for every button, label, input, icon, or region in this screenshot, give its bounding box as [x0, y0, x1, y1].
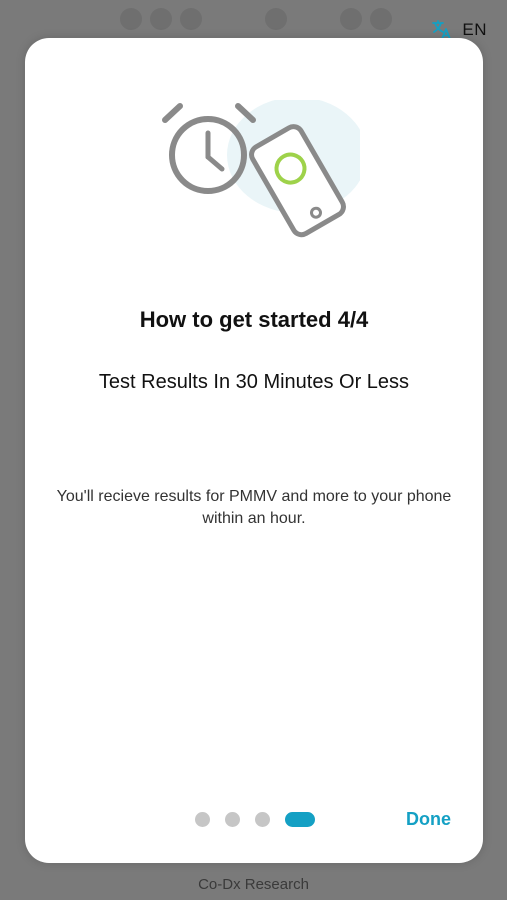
background-dot — [120, 8, 142, 30]
background-dot — [150, 8, 172, 30]
page-dot-1[interactable] — [195, 812, 210, 827]
page-dot-2[interactable] — [225, 812, 240, 827]
page-subtitle: Test Results In 30 Minutes Or Less — [98, 371, 410, 393]
page-dot-4-active[interactable] — [285, 812, 315, 827]
background-dot — [180, 8, 202, 30]
page-dot-3[interactable] — [255, 812, 270, 827]
footer-text: Co-Dx Research — [198, 876, 309, 893]
onboarding-illustration — [160, 97, 367, 270]
onboarding-modal: How to get started 4/4 Test Results In 3… — [25, 38, 483, 863]
language-code: EN — [462, 20, 487, 39]
page-indicator — [195, 812, 315, 827]
background-dot — [340, 8, 362, 30]
description-text: You'll recieve results for PMMV and more… — [56, 488, 452, 527]
done-button[interactable]: Done — [406, 809, 451, 830]
background-dot — [370, 8, 392, 30]
page-title: How to get started 4/4 — [139, 307, 369, 332]
background-dot — [265, 8, 287, 30]
